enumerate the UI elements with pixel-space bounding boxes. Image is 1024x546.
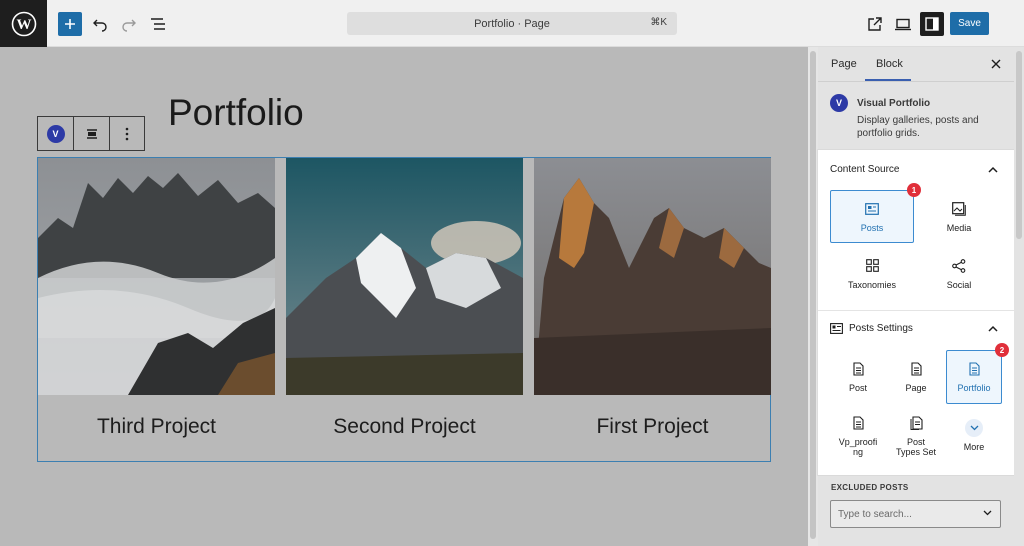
block-name: Visual Portfolio <box>857 98 931 109</box>
source-option-posts[interactable]: Posts <box>830 190 914 243</box>
media-icon <box>952 201 966 216</box>
project-title: Second Project <box>333 415 476 438</box>
project-card[interactable]: Second Project <box>286 158 523 461</box>
post-type-option-post-types-set[interactable]: Post Types Set <box>888 409 944 463</box>
posts-settings-header[interactable]: Posts Settings <box>830 323 913 334</box>
save-button[interactable]: Save <box>950 12 989 35</box>
redo-icon <box>122 19 136 32</box>
plus-icon <box>65 19 75 29</box>
content-settings-panel: Content Source Posts 1 Media Taxonomies … <box>818 150 1014 475</box>
post-type-option-more[interactable]: More <box>946 409 1002 463</box>
close-sidebar-button[interactable] <box>988 56 1004 72</box>
visual-portfolio-icon: V <box>46 124 65 143</box>
project-image-sunlit-peaks <box>534 158 771 395</box>
more-options-button[interactable] <box>110 117 144 150</box>
document-icon <box>910 362 922 376</box>
canvas-scrollbar-thumb[interactable] <box>810 51 816 539</box>
settings-panel-icon <box>830 323 843 334</box>
option-label: Social <box>946 279 972 290</box>
settings-toggle-button[interactable] <box>920 12 944 36</box>
chevron-down-icon <box>983 510 992 516</box>
view-page-button[interactable] <box>862 12 886 36</box>
document-title: Portfolio · Page <box>474 17 550 30</box>
tab-block[interactable]: Block <box>876 58 903 70</box>
search-placeholder: Type to search... <box>838 508 912 520</box>
option-label: Post Types Set <box>895 437 937 457</box>
sidebar-toggle-icon <box>925 17 939 31</box>
chevron-down-icon <box>970 425 978 431</box>
document-icon <box>852 416 864 430</box>
redo-button[interactable] <box>117 12 141 36</box>
posts-settings-title: Posts Settings <box>849 323 913 334</box>
project-image-snowy-peak <box>286 158 523 395</box>
portfolio-grid-block[interactable]: Third Project Second Project First Proje… <box>37 157 771 462</box>
document-bar[interactable]: Portfolio · Page ⌘K <box>347 12 677 35</box>
chevron-up-icon[interactable] <box>988 165 998 175</box>
source-option-media[interactable]: Media <box>917 190 1001 243</box>
section-divider <box>818 310 1014 311</box>
more-icon-wrap <box>965 419 983 437</box>
add-block-button[interactable] <box>58 12 82 36</box>
project-card[interactable]: First Project <box>534 158 771 461</box>
svg-text:W: W <box>16 17 31 33</box>
project-image-misty-mountains <box>38 158 275 395</box>
project-card[interactable]: Third Project <box>38 158 275 461</box>
undo-icon <box>93 19 107 32</box>
external-link-icon <box>867 16 882 31</box>
close-icon <box>991 59 1001 69</box>
project-title: Third Project <box>96 415 217 438</box>
sidebar-tabs: Page Block <box>818 47 1024 82</box>
content-source-title: Content Source <box>830 164 900 175</box>
option-label: More <box>963 442 985 452</box>
active-tab-indicator <box>865 79 911 81</box>
step-badge: 2 <box>995 343 1009 357</box>
block-toolbar: V <box>37 116 145 151</box>
post-type-option-vp-proofing[interactable]: Vp_proofi ng <box>830 409 886 463</box>
page-title[interactable]: Portfolio <box>168 92 304 134</box>
visual-portfolio-icon: V <box>830 94 848 112</box>
sidebar-scrollbar[interactable] <box>1014 47 1024 546</box>
source-option-taxonomies[interactable]: Taxonomies <box>830 247 914 300</box>
documents-icon <box>910 416 923 430</box>
project-title: First Project <box>596 415 709 438</box>
align-icon <box>86 128 97 139</box>
sidebar-scrollbar-thumb[interactable] <box>1016 51 1022 239</box>
wordpress-logo-button[interactable]: W <box>0 0 47 47</box>
editor-header: W Portfolio · Page ⌘K Save <box>0 0 1024 47</box>
list-view-icon <box>151 18 165 30</box>
desktop-preview-icon <box>895 18 911 30</box>
editor-canvas[interactable]: Portfolio V Third Project Second Project… <box>0 47 808 546</box>
option-label: Media <box>946 222 972 233</box>
document-icon <box>852 362 864 376</box>
option-label: Posts <box>860 222 884 233</box>
excluded-posts-label: EXCLUDED POSTS <box>831 483 909 492</box>
content-source-header[interactable]: Content Source <box>830 164 900 175</box>
excluded-posts-search-input[interactable]: Type to search... <box>830 500 1001 528</box>
option-label: Vp_proofi ng <box>838 437 878 457</box>
canvas-scrollbar[interactable] <box>808 47 818 546</box>
document-icon <box>968 362 980 376</box>
option-label: Portfolio <box>957 383 991 393</box>
align-button[interactable] <box>74 117 110 150</box>
option-label: Page <box>905 383 927 393</box>
more-vertical-icon <box>125 127 129 140</box>
chevron-up-icon[interactable] <box>988 324 998 334</box>
block-description: Display galleries, posts and portfolio g… <box>857 115 979 139</box>
block-type-button[interactable]: V <box>38 117 74 150</box>
taxonomies-icon <box>865 259 879 272</box>
option-label: Taxonomies <box>847 279 897 290</box>
source-option-social[interactable]: Social <box>917 247 1001 300</box>
posts-icon <box>865 202 879 215</box>
preview-button[interactable] <box>891 12 915 36</box>
command-shortcut: ⌘K <box>650 17 667 28</box>
wordpress-icon: W <box>11 11 36 36</box>
post-type-option-post[interactable]: Post <box>830 350 886 404</box>
share-icon <box>952 258 966 273</box>
undo-button[interactable] <box>88 12 112 36</box>
tab-page[interactable]: Page <box>831 58 857 70</box>
post-type-option-portfolio[interactable]: Portfolio <box>946 350 1002 404</box>
list-view-button[interactable] <box>146 12 170 36</box>
post-type-option-page[interactable]: Page <box>888 350 944 404</box>
option-label: Post <box>848 383 867 393</box>
